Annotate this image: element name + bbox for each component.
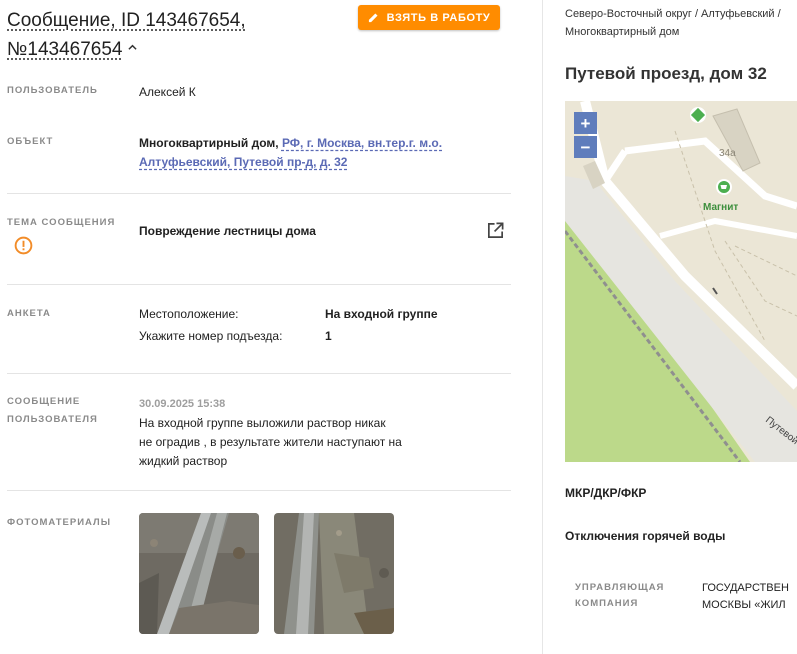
object-address-line2[interactable]: Алтуфьевский, Путевой пр-д, д. 32 bbox=[139, 155, 347, 169]
message-panel: Сообщение, ID 143467654, №143467654 ВЗЯТ… bbox=[0, 0, 543, 654]
title-line2[interactable]: №143467654 bbox=[7, 39, 122, 60]
management-company-label: УПРАВЛЯЮЩАЯ КОМПАНИЯ bbox=[575, 580, 685, 612]
chevron-up-icon[interactable] bbox=[128, 43, 138, 52]
object-value: Многоквартирный дом, РФ, г. Москва, вн.т… bbox=[139, 134, 469, 172]
management-company-value-line1: ГОСУДАРСТВЕН bbox=[702, 582, 789, 594]
user-value: Алексей К bbox=[139, 85, 196, 99]
divider bbox=[7, 490, 511, 491]
map-building-number: 34а bbox=[719, 148, 736, 159]
page-title[interactable]: Сообщение, ID 143467654, №143467654 bbox=[7, 6, 337, 64]
divider bbox=[7, 284, 511, 285]
title-line1[interactable]: Сообщение, ID 143467654, bbox=[7, 10, 246, 31]
survey-question-2: Укажите номер подъезда: bbox=[139, 329, 283, 343]
management-company-value-line2: МОСКВЫ «ЖИЛ bbox=[702, 599, 786, 611]
photo-thumbnail[interactable] bbox=[274, 513, 394, 634]
map-shop-label: Магнит bbox=[703, 202, 738, 213]
user-label: ПОЛЬЗОВАТЕЛЬ bbox=[7, 85, 98, 96]
message-label-line1: СООБЩЕНИЕ bbox=[7, 396, 81, 407]
topic-value: Повреждение лестницы дома bbox=[139, 224, 316, 238]
survey-answer-1: На входной группе bbox=[325, 307, 438, 321]
divider bbox=[7, 373, 511, 374]
photo-thumbnail[interactable] bbox=[139, 513, 259, 634]
warning-circle-icon bbox=[14, 236, 33, 255]
take-to-work-label: ВЗЯТЬ В РАБОТУ bbox=[386, 11, 491, 24]
breadcrumb-line2[interactable]: Многоквартирный дом bbox=[565, 26, 679, 38]
object-info-panel: Северо-Восточный округ / Алтуфьевский / … bbox=[544, 0, 797, 654]
mkr-section[interactable]: МКР/ДКР/ФКР bbox=[565, 486, 646, 500]
topic-label: ТЕМА СООБЩЕНИЯ bbox=[7, 217, 116, 228]
map[interactable]: 34а Магнит Путевой + − bbox=[565, 101, 797, 462]
object-address-title: Путевой проезд, дом 32 bbox=[565, 64, 767, 83]
object-type: Многоквартирный дом, bbox=[139, 136, 279, 150]
message-date: 30.09.2025 15:38 bbox=[139, 398, 226, 410]
survey-answer-2: 1 bbox=[325, 329, 332, 343]
management-company-label-line2: КОМПАНИЯ bbox=[575, 598, 639, 609]
open-external-icon[interactable] bbox=[486, 221, 505, 240]
map-zoom-in-button[interactable]: + bbox=[574, 112, 597, 134]
photos-label: ФОТОМАТЕРИАЛЫ bbox=[7, 517, 112, 528]
management-company-value: ГОСУДАРСТВЕН МОСКВЫ «ЖИЛ bbox=[702, 580, 789, 614]
object-label: ОБЪЕКТ bbox=[7, 136, 54, 147]
survey-label: АНКЕТА bbox=[7, 308, 51, 319]
message-text-line1: На входной группе выложили раствор никак bbox=[139, 416, 386, 430]
message-text-line2: не оградив , в результате жители наступа… bbox=[139, 435, 402, 449]
object-address-line1[interactable]: РФ, г. Москва, вн.тер.г. м.о. bbox=[282, 136, 442, 150]
divider bbox=[7, 193, 511, 194]
breadcrumb: Северо-Восточный округ / Алтуфьевский / … bbox=[565, 5, 797, 41]
message-text-line3: жидкий раствор bbox=[139, 454, 228, 468]
take-to-work-button[interactable]: ВЗЯТЬ В РАБОТУ bbox=[358, 5, 500, 30]
breadcrumb-line1[interactable]: Северо-Восточный округ / Алтуфьевский / bbox=[565, 8, 781, 20]
survey-question-1: Местоположение: bbox=[139, 307, 239, 321]
message-label: СООБЩЕНИЕ ПОЛЬЗОВАТЕЛЯ bbox=[7, 393, 98, 429]
map-zoom-out-button[interactable]: − bbox=[574, 136, 597, 158]
map-canvas[interactable]: 34а Магнит Путевой bbox=[565, 101, 797, 462]
message-label-line2: ПОЛЬЗОВАТЕЛЯ bbox=[7, 414, 98, 425]
management-company-label-line1: УПРАВЛЯЮЩАЯ bbox=[575, 582, 665, 593]
message-body: 30.09.2025 15:38 На входной группе вылож… bbox=[139, 394, 402, 471]
hot-water-section[interactable]: Отключения горячей воды bbox=[565, 529, 725, 543]
pencil-icon bbox=[368, 13, 378, 23]
